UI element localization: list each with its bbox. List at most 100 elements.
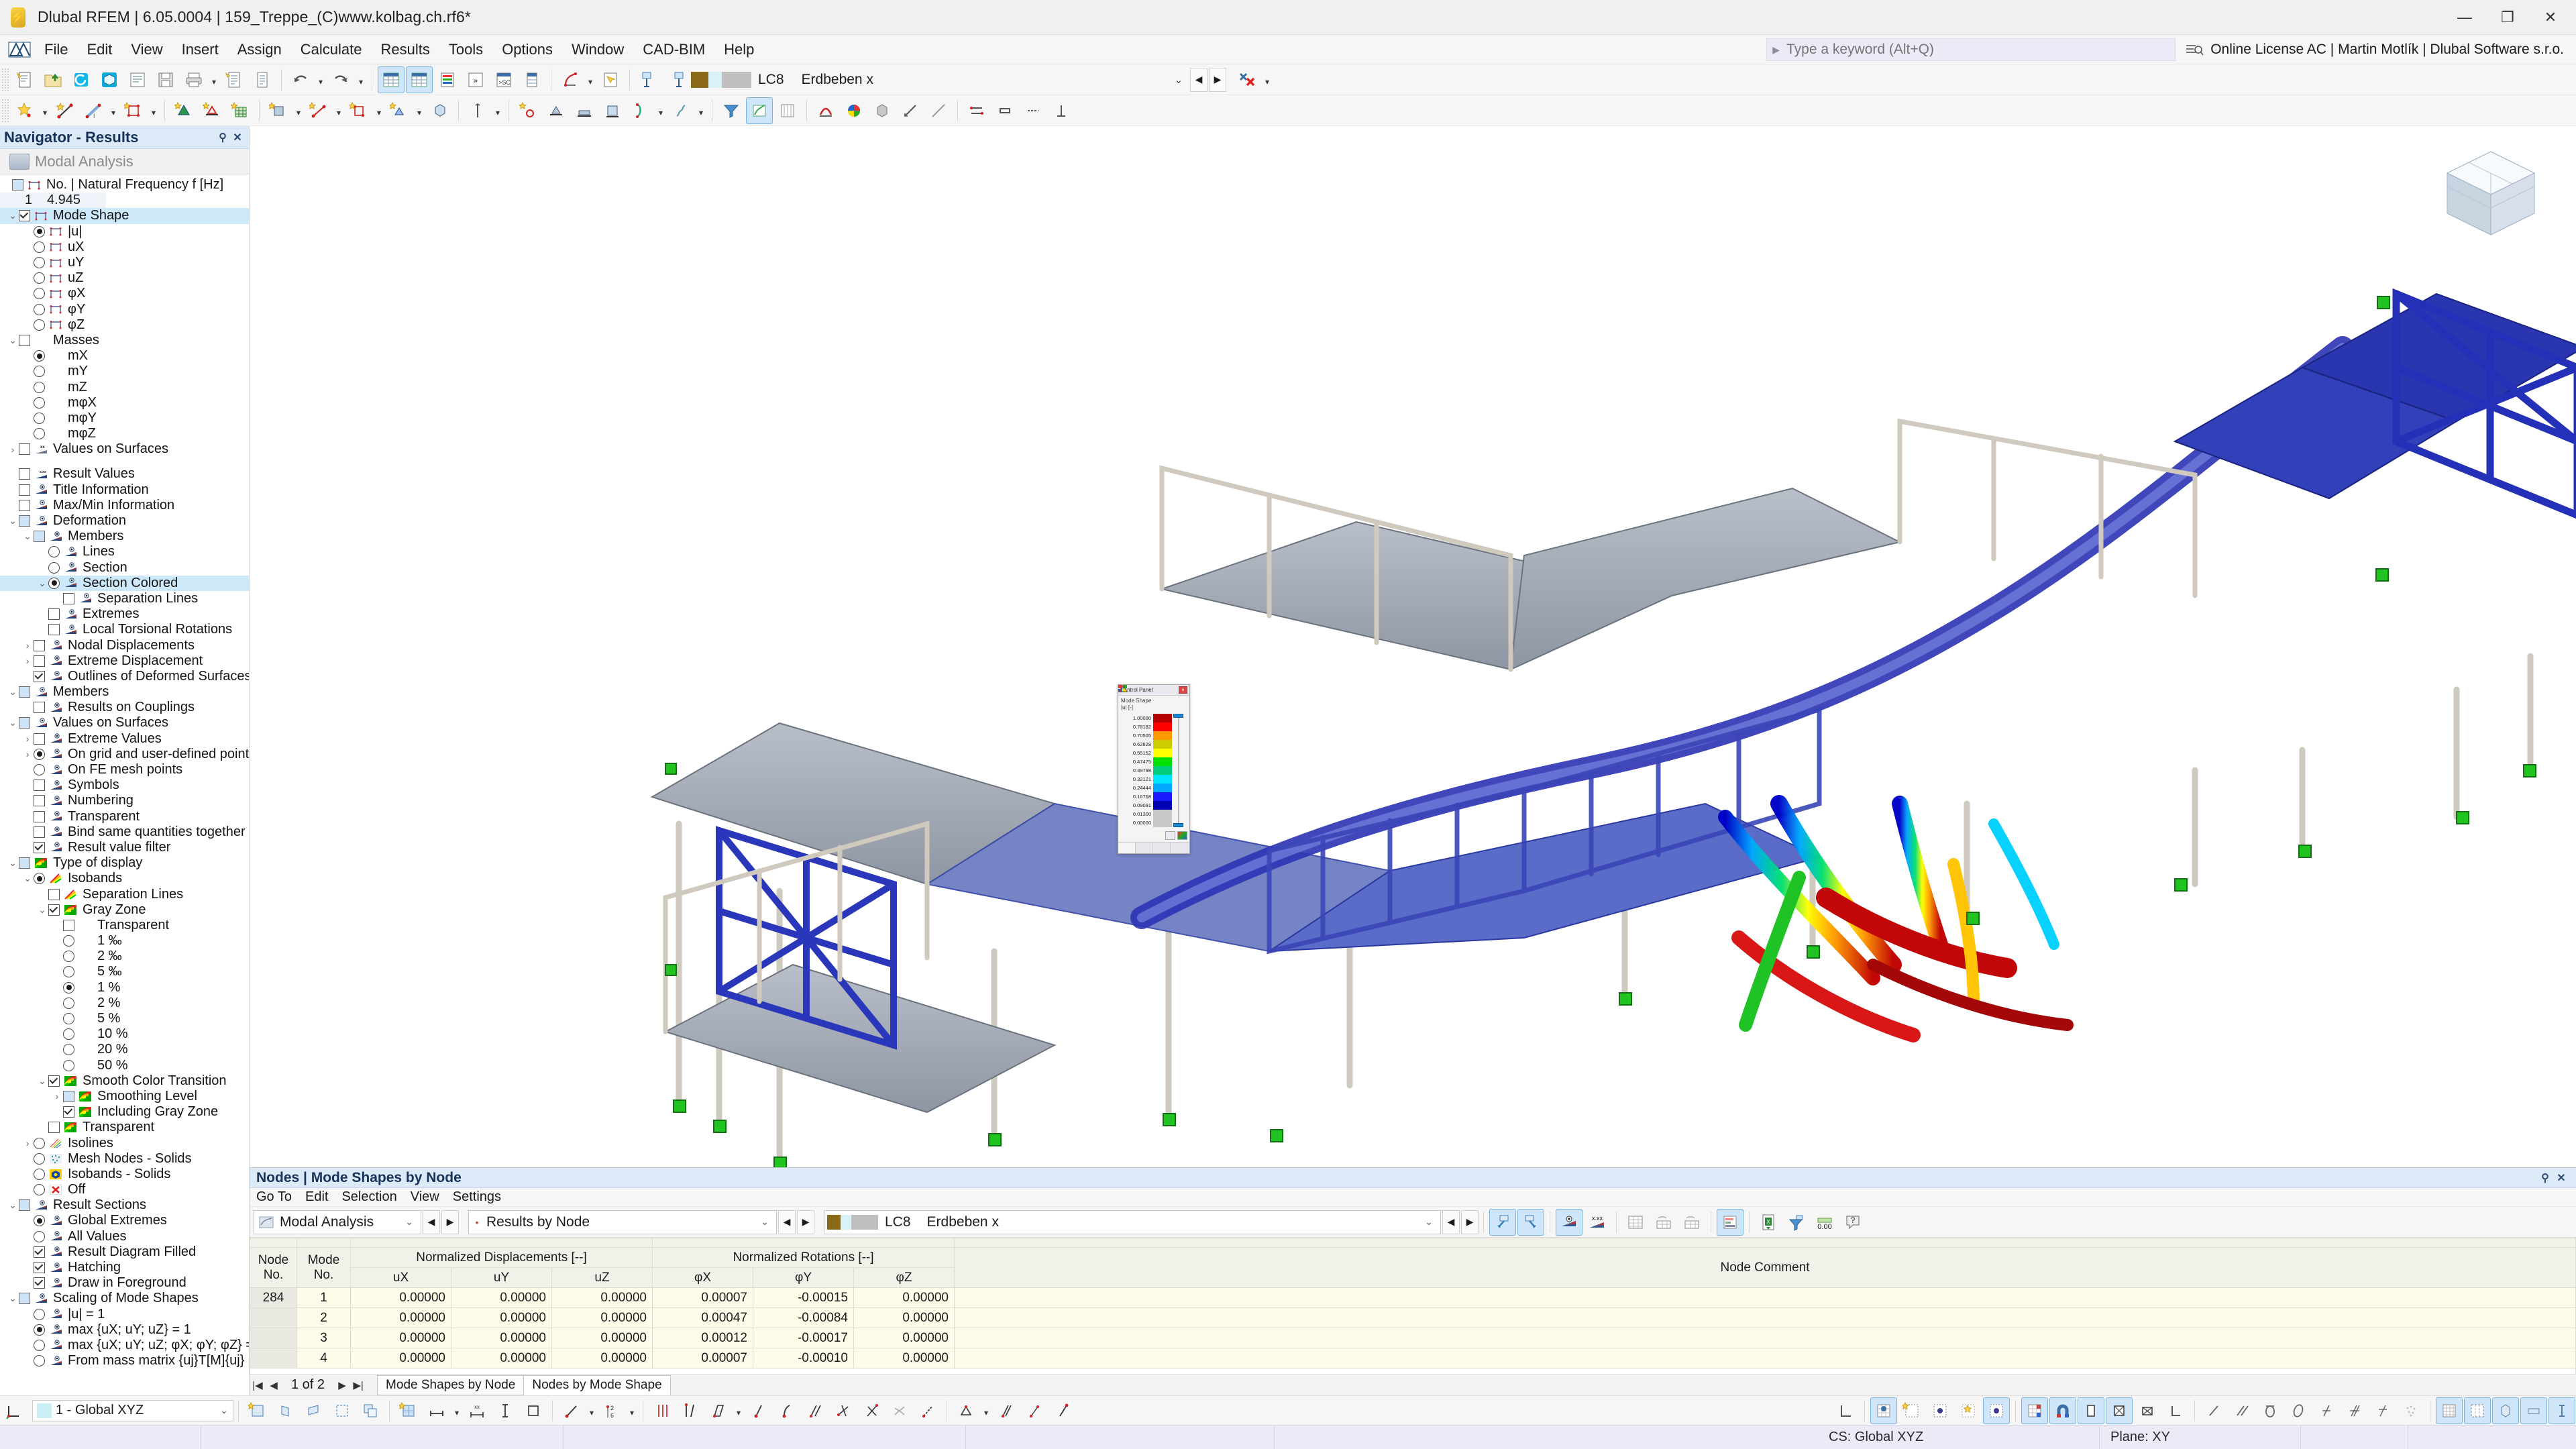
cell-phiy[interactable]: -0.00015	[753, 1287, 854, 1308]
masses-checkbox[interactable]	[19, 334, 30, 346]
tree-row-members[interactable]: ⌄ Members	[0, 684, 249, 700]
select-in-table-icon[interactable]	[1517, 1208, 1544, 1236]
new-model-icon[interactable]	[11, 66, 38, 93]
tree-twisty-values-on-surfaces-1[interactable]: ›	[7, 444, 19, 455]
lines-radio[interactable]	[48, 546, 60, 558]
tree-row-members-def[interactable]: ⌄ Members	[0, 529, 249, 544]
support-sym-2-icon[interactable]	[991, 97, 1018, 124]
draw-in-foreground-checkbox[interactable]	[34, 1277, 45, 1289]
mx-radio[interactable]	[34, 350, 45, 362]
table-row[interactable]: 3 0.00000 0.00000 0.00000 0.00012 -0.00017 0.0…	[250, 1328, 2576, 1348]
object-snap-icon[interactable]	[395, 1397, 422, 1424]
tree-row-scale-mass-matrix[interactable]: From mass matrix {uj}T[M]{uj} = 1	[0, 1353, 249, 1368]
imperfection-dropdown-icon[interactable]: ▾	[492, 97, 504, 124]
grid-star-icon[interactable]	[1955, 1397, 1982, 1424]
cell-ux[interactable]: 0.00000	[350, 1328, 451, 1348]
tree-row-smoothing-level[interactable]: › Smoothing Level	[0, 1089, 249, 1104]
col-node-no[interactable]: Node No.	[250, 1247, 297, 1288]
cell-uy[interactable]: 0.00000	[451, 1307, 552, 1328]
tree-row-deformation[interactable]: ⌄ Deformation	[0, 513, 249, 529]
menu-cad-bim[interactable]: CAD-BIM	[633, 35, 714, 64]
support-type-icon[interactable]	[543, 97, 570, 124]
new-surface-dropdown-icon[interactable]: ▾	[148, 97, 160, 124]
smooth-color-transition-checkbox[interactable]	[48, 1075, 60, 1087]
all-values-radio[interactable]	[34, 1230, 45, 1242]
tree-row-natural-frequency[interactable]: No. | Natural Frequency f [Hz]	[0, 177, 249, 193]
support-sym-4-icon[interactable]	[1048, 97, 1075, 124]
menu-file[interactable]: File	[35, 35, 77, 64]
tree-row-off[interactable]: Off	[0, 1182, 249, 1197]
deformation-checkbox[interactable]	[19, 515, 30, 527]
cp-tab-colors[interactable]	[1118, 685, 1136, 853]
tree-row-uy[interactable]: uY	[0, 255, 249, 270]
snap-surface-icon[interactable]	[953, 1397, 979, 1424]
bind-same-quantities-checkbox[interactable]	[34, 826, 45, 838]
tree-row-scale-max-u[interactable]: max {uX; uY; uZ} = 1	[0, 1322, 249, 1338]
expand-table-icon[interactable]: »	[462, 66, 489, 93]
decimal-places-icon[interactable]: 0.00	[1811, 1209, 1838, 1236]
tree-row-mphix[interactable]: mφX	[0, 395, 249, 411]
tree-row-result-value-filter[interactable]: Result value filter	[0, 840, 249, 855]
result-values-checkbox[interactable]	[19, 468, 30, 480]
values-on-surfaces-1-checkbox[interactable]	[19, 443, 30, 455]
tree-row-phiy[interactable]: φY	[0, 302, 249, 317]
table-menu-settings[interactable]: Settings	[446, 1188, 508, 1207]
col-phiz[interactable]: φZ	[853, 1267, 955, 1288]
ws-plane-custom-icon[interactable]	[329, 1397, 356, 1424]
analysis-type-combo[interactable]: Modal Analysis ⌄	[254, 1210, 421, 1234]
rigid-link-dropdown-icon[interactable]: ▾	[655, 97, 667, 124]
section-radio[interactable]	[48, 561, 60, 574]
scale-max-all-radio[interactable]	[34, 1339, 45, 1351]
cs-chevron-down-icon[interactable]: ⌄	[215, 1405, 233, 1416]
frequency-value-row[interactable]: 1 4.945	[0, 193, 249, 209]
tree-twisty-members[interactable]: ⌄	[7, 686, 19, 698]
support-sym-1-icon[interactable]	[963, 97, 990, 124]
mphix-radio[interactable]	[34, 396, 45, 409]
tree-twisty-mode-shape[interactable]: ⌄	[7, 210, 19, 221]
uy-radio[interactable]	[34, 257, 45, 269]
nodal-displacements-checkbox[interactable]	[34, 639, 45, 651]
load-case-chevron-down-icon[interactable]: ⌄	[1169, 68, 1189, 92]
redo-dropdown-icon[interactable]: ▾	[355, 66, 367, 93]
isolines-radio[interactable]	[34, 1137, 45, 1149]
line-load-dropdown-icon[interactable]: ▾	[333, 97, 345, 124]
color-scale-icon[interactable]	[841, 97, 867, 124]
menu-window[interactable]: Window	[562, 35, 633, 64]
mesh-nodes-solids-radio[interactable]	[34, 1152, 45, 1165]
col-ux[interactable]: uX	[350, 1267, 451, 1288]
grid-settings-icon[interactable]	[1927, 1397, 1953, 1424]
clear-results-dropdown-icon[interactable]: ▾	[1261, 66, 1273, 93]
load-case-next-arrow[interactable]: ▶	[1208, 67, 1226, 92]
ortho-icon[interactable]	[2078, 1397, 2104, 1424]
tree-row-mx[interactable]: mX	[0, 348, 249, 364]
numeric-values-icon[interactable]: x.xx	[1584, 1209, 1611, 1236]
table-chart-icon[interactable]	[1717, 1208, 1743, 1236]
result-sections-checkbox[interactable]	[19, 1199, 30, 1212]
tree-row-extremes[interactable]: Extremes	[0, 606, 249, 622]
grid-lock-icon[interactable]	[1983, 1397, 2010, 1424]
tree-twisty-deformation[interactable]: ⌄	[7, 515, 19, 527]
col-mode-no[interactable]: Mode No.	[297, 1247, 351, 1288]
cell-uy[interactable]: 0.00000	[451, 1328, 552, 1348]
tree-row-phix[interactable]: φX	[0, 286, 249, 301]
transparent-2-checkbox[interactable]	[63, 919, 74, 931]
prev-page-icon[interactable]: ◀	[266, 1379, 282, 1391]
cell-phiz[interactable]: 0.00000	[853, 1287, 955, 1308]
load-case-prev-arrow[interactable]: ◀	[1189, 67, 1208, 92]
tree-row-transparent-3[interactable]: Transparent	[0, 1120, 249, 1135]
tree-row-values-on-surfaces-2[interactable]: ⌄ Values on Surfaces	[0, 715, 249, 731]
cell-ux[interactable]: 0.00000	[350, 1307, 451, 1328]
cross-snap-2-icon[interactable]	[2134, 1397, 2161, 1424]
tree-row-hatching[interactable]: Hatching	[0, 1260, 249, 1275]
tree-row-scale-u1[interactable]: |u| = 1	[0, 1307, 249, 1322]
p5-percent-radio[interactable]	[63, 1013, 74, 1025]
member-load-icon[interactable]	[345, 97, 372, 124]
angle-snap-icon[interactable]	[2162, 1397, 2189, 1424]
menu-options[interactable]: Options	[492, 35, 562, 64]
imperfection-icon[interactable]	[464, 97, 491, 124]
results-on-couplings-checkbox[interactable]	[34, 702, 45, 714]
load-case-next-icon[interactable]	[663, 66, 690, 93]
tree-twisty-extreme-displacement[interactable]: ›	[21, 655, 34, 666]
tree-row-mphiz[interactable]: mφZ	[0, 426, 249, 441]
parallel-snap-icon[interactable]	[2229, 1397, 2255, 1424]
